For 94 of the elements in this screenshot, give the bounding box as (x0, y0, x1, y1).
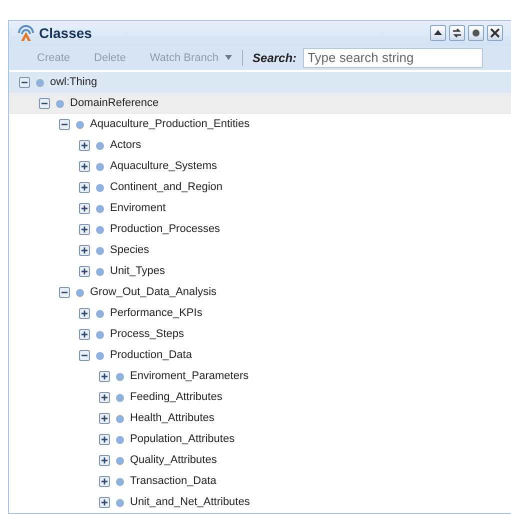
tree-label: Production_Processes (110, 222, 220, 238)
close-icon (488, 26, 502, 40)
tree-label: Continent_and_Region (110, 180, 223, 196)
tree-label: Aquaculture_Production_Entities (90, 117, 250, 132)
tree-row[interactable]: Performance_KPIs (9, 303, 511, 324)
tree-label: Performance_KPIs (110, 306, 202, 322)
class-dot-icon (96, 352, 104, 360)
class-dot-icon (96, 142, 104, 150)
class-dot-icon (116, 498, 124, 506)
tree-label: Health_Attributes (130, 411, 214, 426)
tree-row[interactable]: owl:Thing (9, 72, 511, 93)
class-dot-icon (96, 204, 104, 212)
tree-row[interactable]: Continent_and_Region (9, 177, 511, 198)
tree-row[interactable]: Health_Attributes (9, 408, 511, 429)
search-field[interactable]: Type search string (302, 48, 483, 68)
collapse-toggle-icon[interactable] (39, 98, 50, 109)
expand-toggle-icon[interactable] (99, 434, 110, 445)
tree-label: Aquaculture_Systems (110, 159, 217, 174)
class-dot-icon (116, 414, 124, 422)
expand-toggle-icon[interactable] (79, 140, 90, 151)
expand-toggle-icon[interactable] (99, 476, 110, 487)
class-dot-icon (96, 246, 104, 254)
tree-label: Enviroment (110, 201, 166, 216)
expand-toggle-icon[interactable] (99, 497, 110, 508)
tree-label: Species (110, 243, 150, 258)
tree-row[interactable]: Unit_Types (9, 261, 511, 282)
tree-row[interactable]: Quality_Attributes (9, 450, 511, 471)
class-dot-icon (56, 100, 64, 108)
class-dot-icon (36, 78, 44, 86)
logo-icon (17, 24, 35, 42)
close-button[interactable] (487, 25, 503, 42)
tree-row[interactable]: Production_Data (9, 345, 511, 366)
expand-toggle-icon[interactable] (79, 266, 90, 277)
expand-toggle-icon[interactable] (79, 203, 90, 214)
tree-row[interactable]: DomainReference (9, 93, 511, 114)
expand-toggle-icon[interactable] (99, 455, 110, 466)
tree-row[interactable]: Production_Processes (9, 219, 511, 240)
collapse-button[interactable] (430, 25, 446, 42)
tree-row[interactable]: Process_Steps (9, 324, 511, 345)
tree-row[interactable]: Enviroment_Parameters (9, 366, 511, 387)
tree-row[interactable]: Enviroment (9, 198, 511, 219)
expand-toggle-icon[interactable] (99, 371, 110, 382)
tree-label: Grow_Out_Data_Analysis (90, 285, 217, 300)
class-dot-icon (96, 310, 104, 318)
tree-label: Unit_and_Net_Attributes (130, 495, 250, 510)
tree-row[interactable]: Aquaculture_Production_Entities (9, 114, 511, 135)
tree-label: Quality_Attributes (130, 453, 217, 468)
class-dot-icon (96, 184, 104, 192)
search-label: Search: (252, 50, 297, 67)
tree-row[interactable]: Unit_and_Net_Attributes (9, 492, 511, 513)
tree-label: DomainReference (70, 96, 159, 112)
tree-label: Unit_Types (110, 264, 166, 280)
expand-toggle-icon[interactable] (79, 329, 90, 340)
tree-row[interactable]: Aquaculture_Systems (9, 156, 511, 177)
panel-title: Classes (39, 24, 92, 43)
expand-toggle-icon[interactable] (79, 161, 90, 172)
class-dot-icon (76, 288, 84, 296)
expand-toggle-icon[interactable] (79, 224, 90, 235)
collapse-toggle-icon[interactable] (59, 287, 70, 298)
tree-label: Process_Steps (110, 327, 184, 342)
class-dot-icon (116, 394, 124, 402)
class-dot-icon (96, 268, 104, 276)
class-dot-icon (116, 436, 124, 444)
tree-label: Population_Attributes (130, 432, 235, 448)
tree-row[interactable]: Population_Attributes (9, 429, 511, 450)
expand-toggle-icon[interactable] (99, 413, 110, 424)
class-dot-icon (96, 162, 104, 170)
class-dot-icon (116, 372, 124, 380)
tree-row[interactable]: Actors (9, 135, 511, 156)
expand-toggle-icon[interactable] (79, 245, 90, 256)
class-dot-icon (116, 478, 124, 486)
refresh-button[interactable] (449, 25, 465, 42)
class-dot-icon (96, 330, 104, 338)
tree-label: Transaction_Data (130, 474, 216, 490)
tree-label: Enviroment_Parameters (130, 369, 249, 384)
tree-label: owl:Thing (50, 75, 98, 90)
settings-button[interactable] (468, 25, 484, 42)
class-dot-icon (76, 120, 84, 128)
expand-toggle-icon[interactable] (79, 308, 90, 319)
collapse-toggle-icon[interactable] (79, 350, 90, 361)
tree-label: Production_Data (110, 348, 192, 364)
tree-label: Feeding_Attributes (130, 390, 222, 406)
expand-toggle-icon[interactable] (79, 182, 90, 193)
class-dot-icon (96, 226, 104, 234)
tree-label: Actors (110, 138, 142, 154)
expand-toggle-icon[interactable] (99, 392, 110, 403)
tree-row[interactable]: Grow_Out_Data_Analysis (9, 282, 511, 303)
tree-row[interactable]: Feeding_Attributes (9, 387, 511, 408)
swap-arrows-icon (450, 26, 464, 40)
collapse-toggle-icon[interactable] (19, 77, 30, 88)
class-dot-icon (116, 456, 124, 464)
tree-row[interactable]: Species (9, 240, 511, 261)
collapse-toggle-icon[interactable] (59, 119, 70, 130)
tree-row[interactable]: Transaction_Data (9, 471, 511, 492)
